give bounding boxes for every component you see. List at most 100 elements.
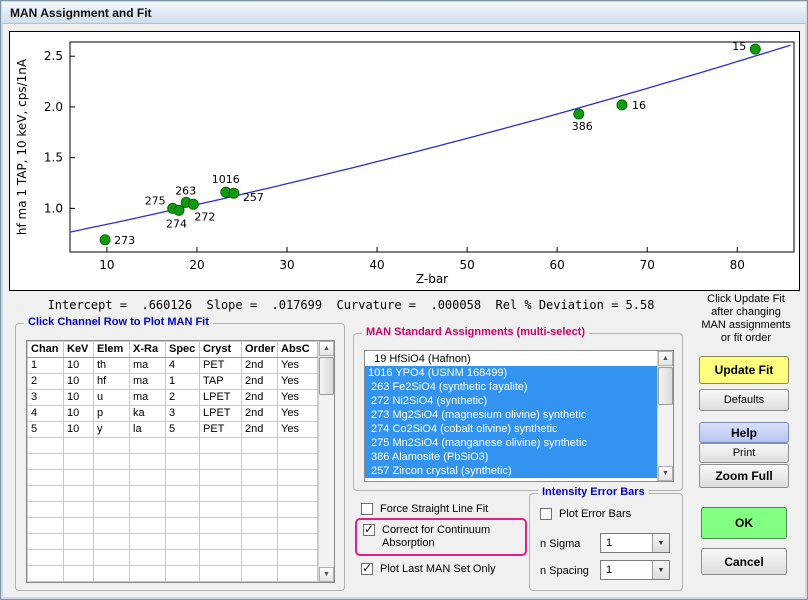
cell[interactable]: LPET <box>200 406 242 422</box>
cell[interactable]: ma <box>130 390 166 406</box>
cell[interactable]: Yes <box>278 390 318 406</box>
empty-row <box>28 502 318 518</box>
print-button[interactable]: Print <box>699 443 789 463</box>
data-point-272[interactable] <box>188 199 198 209</box>
cell[interactable]: 10 <box>64 406 94 422</box>
assignments-scrollbar[interactable]: ▲ ▼ <box>657 351 673 481</box>
update-fit-button[interactable]: Update Fit <box>699 356 789 384</box>
cell[interactable]: 2nd <box>242 358 278 374</box>
data-point-274[interactable] <box>174 205 184 215</box>
data-point-15[interactable] <box>750 44 760 54</box>
channel-row[interactable]: 510yla5PET2ndYes <box>28 422 318 438</box>
cell[interactable]: u <box>94 390 130 406</box>
cell[interactable]: Yes <box>278 358 318 374</box>
error-bars-title: Intensity Error Bars <box>538 486 649 498</box>
n-sigma-select[interactable]: 1 ▼ <box>600 533 670 553</box>
channel-row[interactable]: 110thma4PET2ndYes <box>28 358 318 374</box>
cell[interactable]: LPET <box>200 390 242 406</box>
cell[interactable]: 5 <box>166 422 200 438</box>
column-header: Order <box>242 342 278 358</box>
cell[interactable]: 10 <box>64 358 94 374</box>
cell[interactable]: ma <box>130 374 166 390</box>
cell[interactable]: PET <box>200 422 242 438</box>
help-button[interactable]: Help <box>699 422 789 443</box>
assignments-listbox[interactable]: 19 HfSiO4 (Hafnon)1016 YPO4 (USNM 168499… <box>365 351 657 481</box>
force-straight-line-checkbox[interactable]: Force Straight Line Fit <box>361 503 488 516</box>
cell[interactable]: 5 <box>28 422 64 438</box>
list-item[interactable]: 273 Mg2SiO4 (magnesium olivine) syntheti… <box>365 408 657 422</box>
list-item[interactable]: 19 HfSiO4 (Hafnon) <box>365 352 657 366</box>
data-point-273[interactable] <box>100 235 110 245</box>
cell[interactable]: Yes <box>278 374 318 390</box>
scroll-thumb[interactable] <box>319 357 334 395</box>
cell[interactable]: 1 <box>166 374 200 390</box>
cell[interactable]: la <box>130 422 166 438</box>
cell[interactable]: 4 <box>28 406 64 422</box>
continuum-highlight: Correct for Continuum Absorption <box>355 518 527 556</box>
cell[interactable]: 2 <box>166 390 200 406</box>
cell[interactable]: 10 <box>64 422 94 438</box>
point-label: 257 <box>243 191 264 204</box>
data-point-257[interactable] <box>229 188 239 198</box>
channel-table-scrollbar[interactable]: ▲ ▼ <box>318 341 334 582</box>
channel-row[interactable]: 310uma2LPET2ndYes <box>28 390 318 406</box>
cell[interactable]: Yes <box>278 406 318 422</box>
cell[interactable]: 2nd <box>242 390 278 406</box>
cell[interactable]: hf <box>94 374 130 390</box>
cell[interactable]: 3 <box>28 390 64 406</box>
cell[interactable]: 3 <box>166 406 200 422</box>
checkbox-box <box>540 508 552 520</box>
cancel-button[interactable]: Cancel <box>701 548 787 575</box>
cell[interactable]: 1 <box>28 358 64 374</box>
zoom-full-button[interactable]: Zoom Full <box>699 464 789 488</box>
data-point-386[interactable] <box>574 109 584 119</box>
scroll-up-arrow[interactable]: ▲ <box>319 341 334 356</box>
scroll-thumb[interactable] <box>658 367 673 405</box>
scroll-down-arrow[interactable]: ▼ <box>319 567 334 582</box>
man-fit-chart-panel[interactable]: 10203040506070801.01.52.02.5273275274263… <box>9 31 800 291</box>
scroll-up-arrow[interactable]: ▲ <box>658 351 673 366</box>
n-spacing-select[interactable]: 1 ▼ <box>600 560 670 580</box>
column-header: Spec <box>166 342 200 358</box>
channel-row[interactable]: 410pka3LPET2ndYes <box>28 406 318 422</box>
list-item[interactable]: 1016 YPO4 (USNM 168499) <box>365 366 657 380</box>
cell[interactable]: 4 <box>166 358 200 374</box>
cell[interactable]: 10 <box>64 374 94 390</box>
titlebar[interactable]: MAN Assignment and Fit <box>2 2 806 24</box>
defaults-button[interactable]: Defaults <box>699 389 789 411</box>
x-tick-label: 40 <box>369 258 384 272</box>
list-item[interactable]: 386 Alamosite (PbSiO3) <box>365 450 657 464</box>
cell[interactable]: ka <box>130 406 166 422</box>
cell[interactable]: th <box>94 358 130 374</box>
cell[interactable]: PET <box>200 358 242 374</box>
cell[interactable]: y <box>94 422 130 438</box>
continuum-absorption-checkbox[interactable]: Correct for Continuum Absorption <box>363 524 516 550</box>
chart-canvas[interactable]: 10203040506070801.01.52.02.5273275274263… <box>10 32 799 290</box>
cell[interactable]: 10 <box>64 390 94 406</box>
cell[interactable]: 2nd <box>242 406 278 422</box>
cell[interactable]: 2nd <box>242 422 278 438</box>
scroll-down-arrow[interactable]: ▼ <box>658 466 673 481</box>
n-spacing-value: 1 <box>601 561 652 579</box>
chevron-down-icon[interactable]: ▼ <box>652 561 669 579</box>
cell[interactable]: 2nd <box>242 374 278 390</box>
list-item[interactable]: 263 Fe2SiO4 (synthetic fayalite) <box>365 380 657 394</box>
chevron-down-icon[interactable]: ▼ <box>652 534 669 552</box>
error-bars-group: Intensity Error Bars Plot Error Bars n S… <box>529 493 683 591</box>
list-item[interactable]: 275 Mn2SiO4 (manganese olivine) syntheti… <box>365 436 657 450</box>
n-sigma-value: 1 <box>601 534 652 552</box>
list-item[interactable]: 272 Ni2SiO4 (synthetic) <box>365 394 657 408</box>
point-label: 263 <box>175 184 196 197</box>
cell[interactable]: Yes <box>278 422 318 438</box>
cell[interactable]: ma <box>130 358 166 374</box>
channel-row[interactable]: 210hfma1TAP2ndYes <box>28 374 318 390</box>
cell[interactable]: p <box>94 406 130 422</box>
list-item[interactable]: 257 Zircon crystal (synthetic) <box>365 464 657 478</box>
plot-last-man-set-checkbox[interactable]: Plot Last MAN Set Only <box>361 563 496 576</box>
list-item[interactable]: 274 Co2SiO4 (cobalt olivine) synthetic <box>365 422 657 436</box>
cell[interactable]: TAP <box>200 374 242 390</box>
ok-button[interactable]: OK <box>701 507 787 539</box>
data-point-16[interactable] <box>617 100 627 110</box>
cell[interactable]: 2 <box>28 374 64 390</box>
plot-error-bars-checkbox[interactable]: Plot Error Bars <box>540 508 631 521</box>
